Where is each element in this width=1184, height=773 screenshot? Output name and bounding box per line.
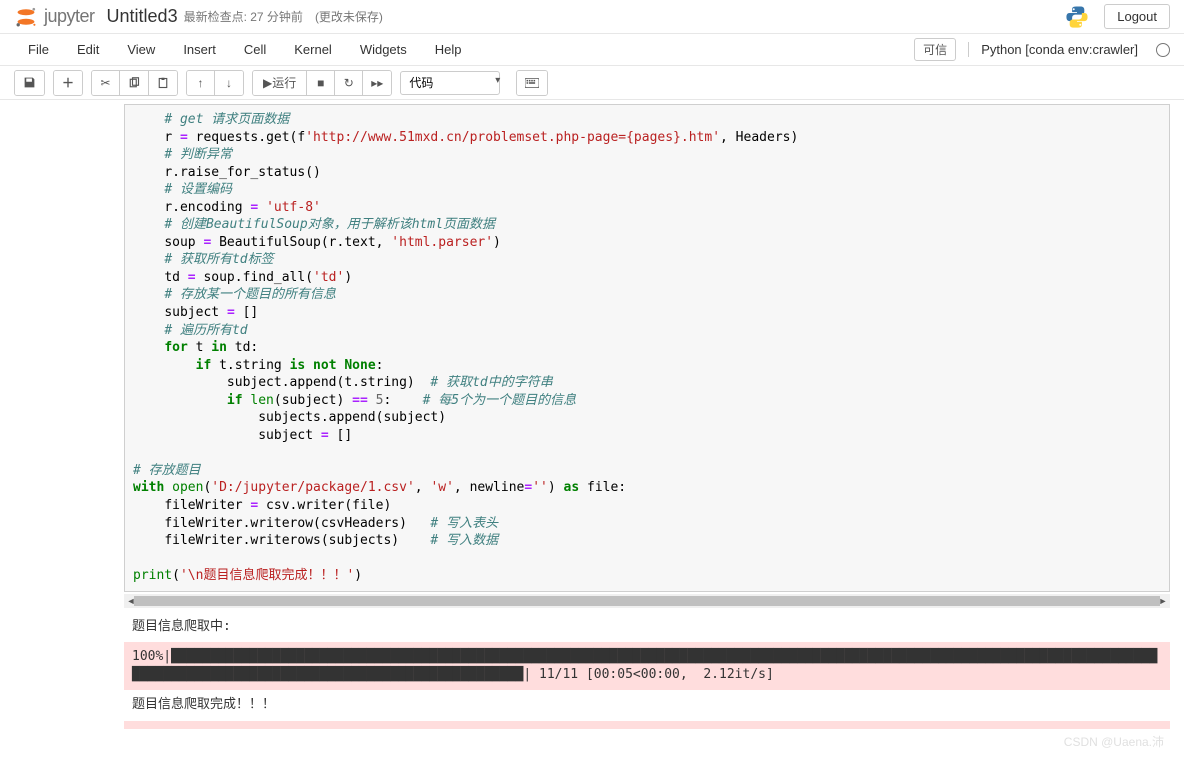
menu-kernel[interactable]: Kernel — [280, 36, 346, 63]
unsaved-status: (更改未保存) — [315, 8, 383, 25]
output-stdout: 题目信息爬取中: — [124, 612, 1170, 642]
menu-view[interactable]: View — [113, 36, 169, 63]
code-cell[interactable]: # get 请求页面数据 r = requests.get(f'http://w… — [14, 104, 1170, 608]
scrollbar-thumb[interactable] — [134, 596, 1160, 606]
jupyter-logo-text: jupyter — [44, 6, 95, 27]
menu-widgets[interactable]: Widgets — [346, 36, 421, 63]
horizontal-scrollbar[interactable]: ◄ ► — [124, 594, 1170, 608]
output-cell: 题目信息爬取中: 100%|██████████████████████████… — [14, 612, 1170, 729]
output-stdout-done: 题目信息爬取完成！！！ — [124, 690, 1170, 720]
move-down-button[interactable]: ↓ — [215, 71, 243, 95]
jupyter-logo-icon — [14, 5, 38, 29]
restart-button[interactable]: ↻ — [335, 71, 363, 95]
toolbar: ＋ ✂ ↑ ↓ ▶ 运行 ■ ↻ ▸▸ 代码 — [0, 66, 1184, 100]
output-stderr-empty — [124, 721, 1170, 729]
run-button[interactable]: ▶ 运行 — [253, 71, 307, 95]
restart-run-all-button[interactable]: ▸▸ — [363, 71, 391, 95]
menu-edit[interactable]: Edit — [63, 36, 113, 63]
menu-cell[interactable]: Cell — [230, 36, 280, 63]
cut-button[interactable]: ✂ — [92, 71, 120, 95]
copy-button[interactable] — [120, 71, 149, 95]
interrupt-button[interactable]: ■ — [307, 71, 335, 95]
notebook-name[interactable]: Untitled3 — [107, 6, 178, 27]
menu-insert[interactable]: Insert — [169, 36, 230, 63]
output-progress-bar: 100%|███████████████████████████████████… — [124, 642, 1170, 690]
menubar: FileEditViewInsertCellKernelWidgetsHelp … — [0, 34, 1184, 66]
kernel-indicator-icon — [1156, 43, 1170, 57]
checkpoint-status: 最新检查点: 27 分钟前 — [184, 8, 303, 25]
kernel-name[interactable]: Python [conda env:crawler] — [968, 42, 1138, 57]
cell-prompt — [14, 104, 124, 608]
python-icon — [1064, 4, 1090, 30]
paste-button[interactable] — [149, 71, 177, 95]
menu-help[interactable]: Help — [421, 36, 476, 63]
save-button[interactable] — [15, 71, 44, 95]
insert-cell-button[interactable]: ＋ — [54, 71, 82, 95]
cell-type-select[interactable]: 代码 — [400, 71, 500, 95]
menu-file[interactable]: File — [14, 36, 63, 63]
jupyter-logo[interactable]: jupyter — [14, 5, 95, 29]
notebook-container: # get 请求页面数据 r = requests.get(f'http://w… — [0, 104, 1184, 773]
trusted-indicator[interactable]: 可信 — [914, 38, 956, 61]
scroll-right-icon[interactable]: ► — [1156, 594, 1170, 608]
move-up-button[interactable]: ↑ — [187, 71, 215, 95]
notebook-header: jupyter Untitled3 最新检查点: 27 分钟前 (更改未保存) … — [0, 0, 1184, 34]
command-palette-button[interactable] — [517, 71, 547, 95]
watermark: CSDN @Uaena.沛 — [1064, 733, 1164, 750]
code-input-area[interactable]: # get 请求页面数据 r = requests.get(f'http://w… — [124, 104, 1170, 592]
logout-button[interactable]: Logout — [1104, 4, 1170, 29]
